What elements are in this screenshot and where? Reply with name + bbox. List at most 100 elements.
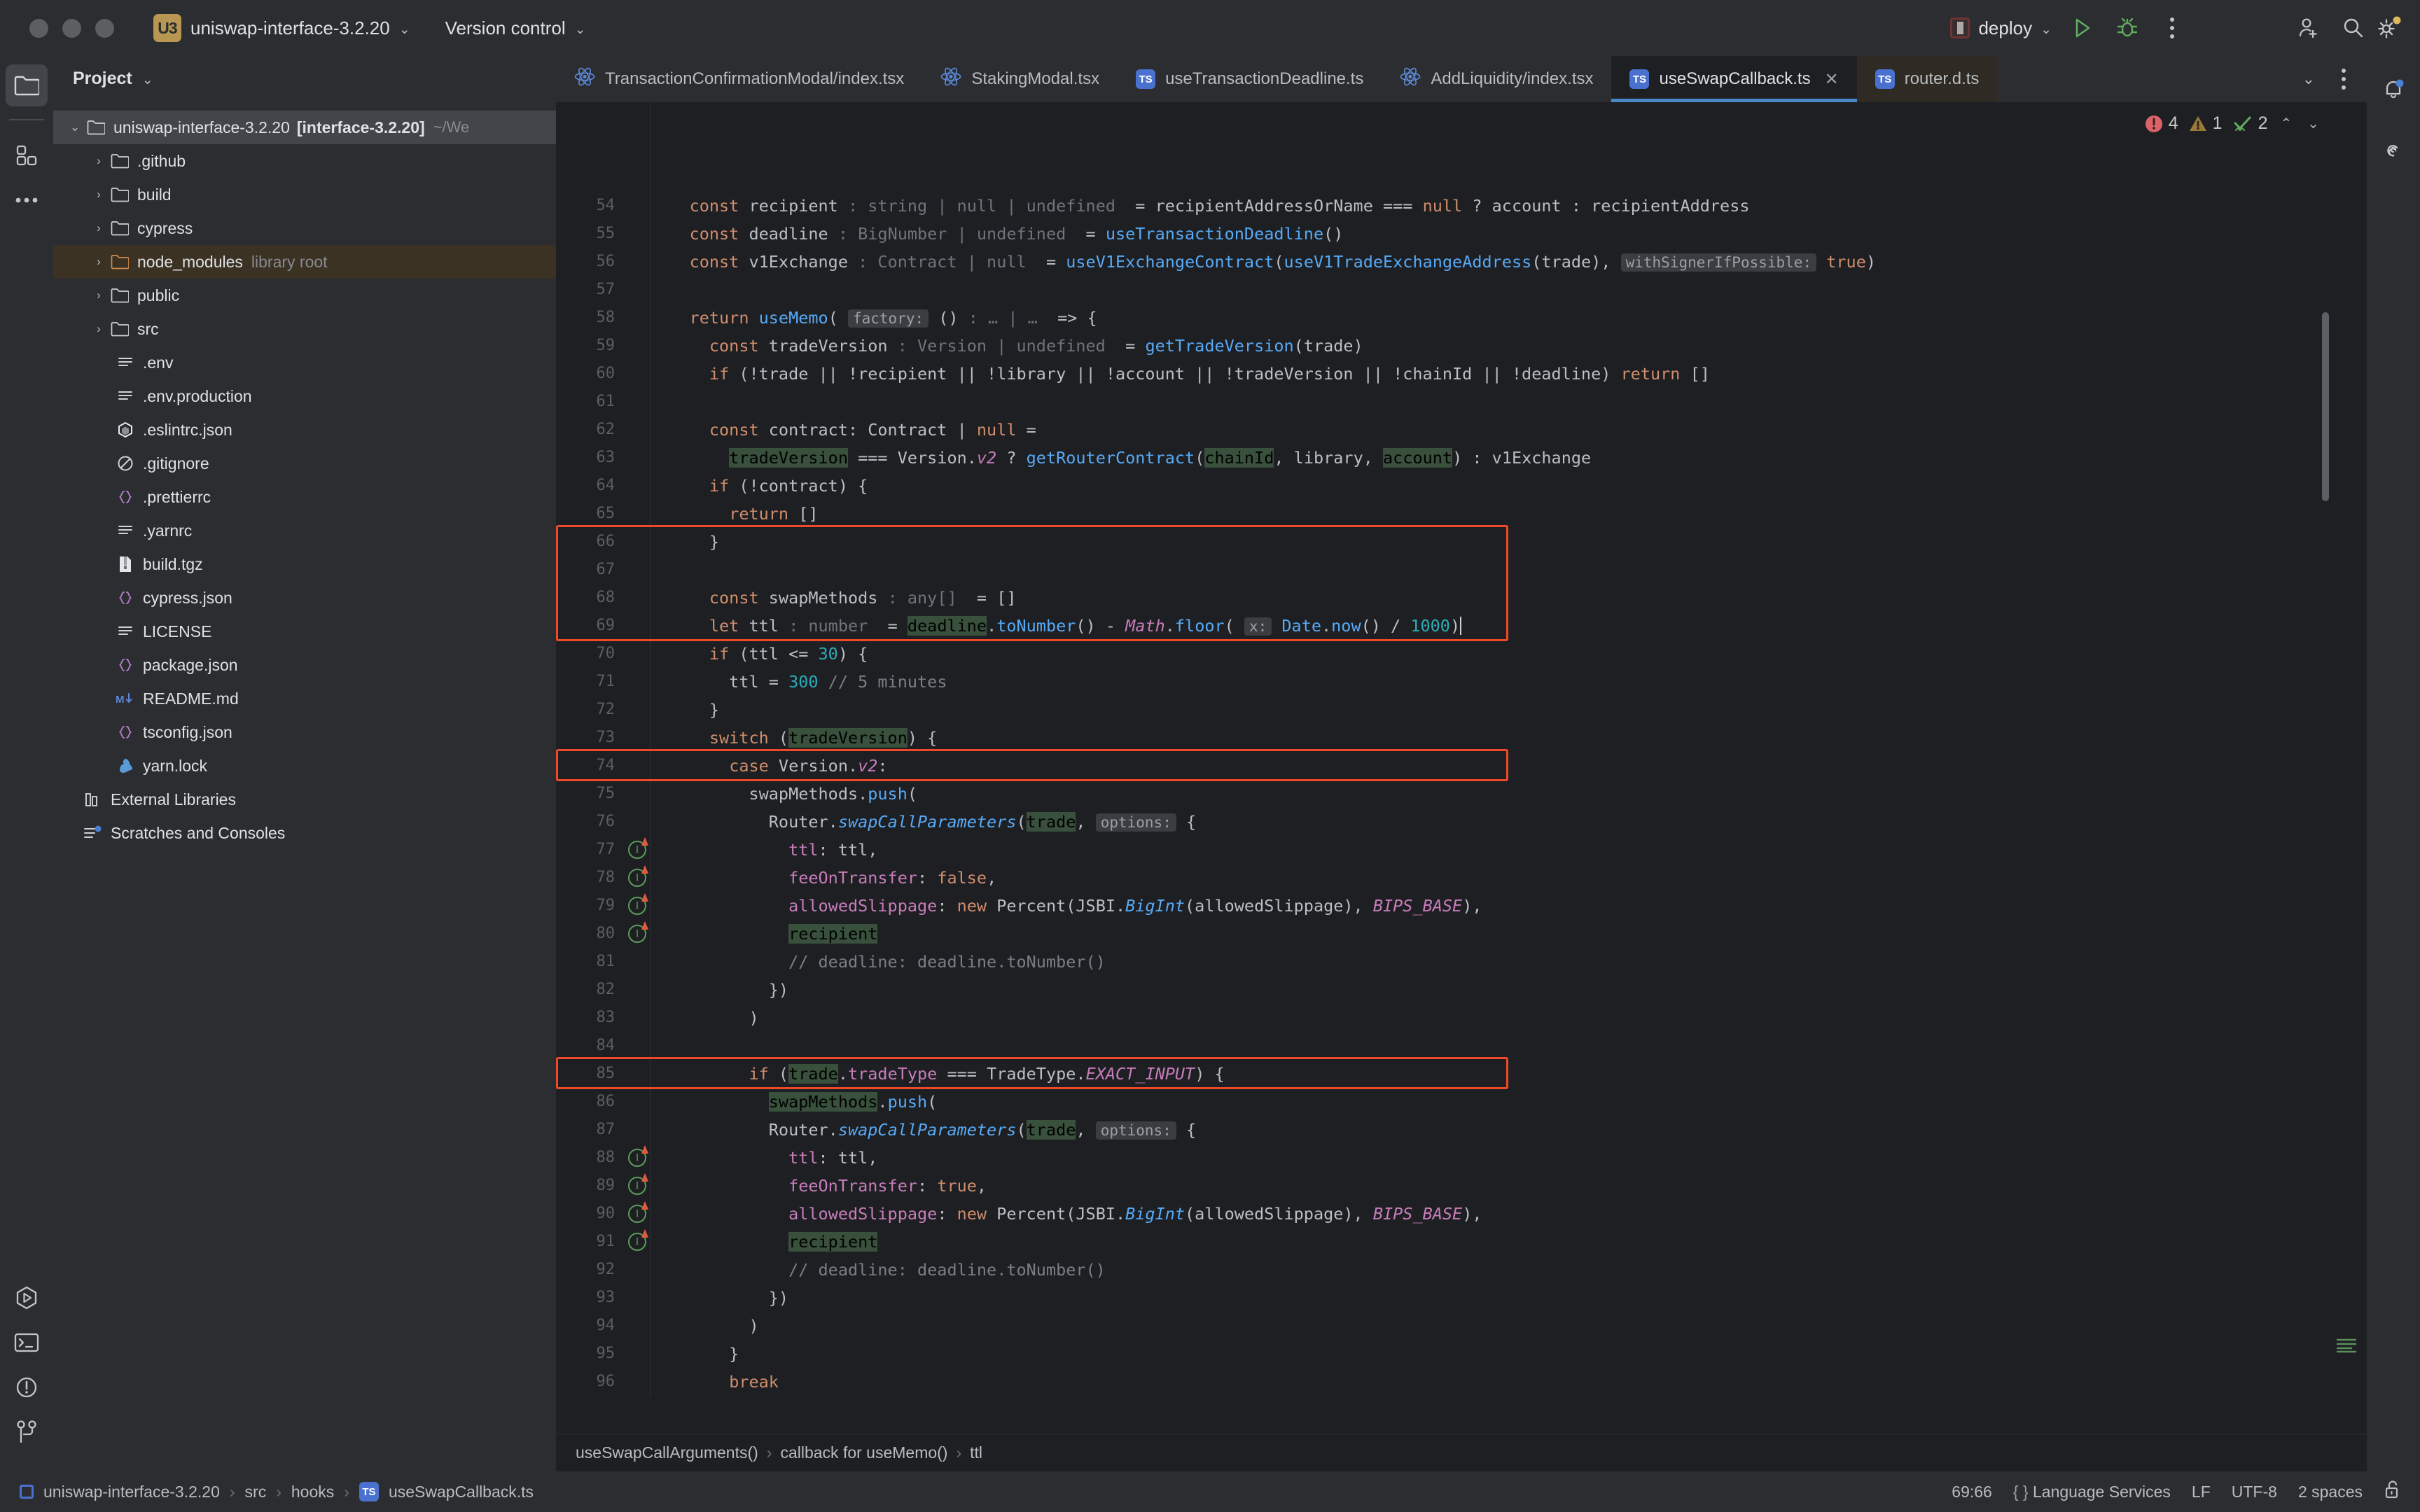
warning-count[interactable]: 1	[2188, 113, 2223, 134]
implementation-marker-icon[interactable]: I	[625, 1145, 650, 1167]
tree-item-yarn-lock[interactable]: yarn.lock	[53, 749, 556, 783]
terminal-tool-button[interactable]	[6, 1322, 48, 1364]
code-line[interactable]: 86 swapMethods.push(	[556, 1088, 2367, 1116]
code-line[interactable]: 70 if (ttl <= 30) {	[556, 640, 2367, 668]
tree-item-license[interactable]: LICENSE	[53, 615, 556, 648]
code-line[interactable]: 94 )	[556, 1312, 2367, 1340]
code-line[interactable]: 61	[556, 388, 2367, 416]
notifications-button[interactable]	[2372, 69, 2414, 111]
code-line[interactable]: 90 I allowedSlippage: new Percent(JSBI.Bi…	[556, 1200, 2367, 1228]
code-line[interactable]: 92 // deadline: deadline.toNumber()	[556, 1256, 2367, 1284]
lock-icon[interactable]	[2384, 1480, 2400, 1504]
tab-options-icon[interactable]	[2330, 69, 2357, 90]
window-traffic-lights[interactable]	[29, 18, 114, 38]
code-line[interactable]: 81 // deadline: deadline.toNumber()	[556, 948, 2367, 976]
chevron-right-icon[interactable]: ›	[90, 221, 108, 235]
tree-item-build-tgz[interactable]: build.tgz	[53, 547, 556, 581]
chevron-right-icon[interactable]: ›	[90, 154, 108, 168]
project-tool-button[interactable]	[6, 64, 48, 106]
language-services[interactable]: { } Language Services	[2013, 1483, 2171, 1502]
tree-item-readme[interactable]: M README.md	[53, 682, 556, 715]
breadcrumb-item-0[interactable]: useSwapCallArguments()	[576, 1443, 758, 1462]
implementation-marker-icon[interactable]: I	[625, 1201, 650, 1223]
code-line[interactable]: 58 return useMemo( factory: () : … | … =…	[556, 304, 2367, 332]
tree-item-external-libraries[interactable]: External Libraries	[53, 783, 556, 816]
tree-item-eslintrc[interactable]: .eslintrc.json	[53, 413, 556, 447]
code-line[interactable]: 84	[556, 1032, 2367, 1060]
code-line[interactable]: 93 })	[556, 1284, 2367, 1312]
implementation-marker-icon[interactable]: I	[625, 921, 650, 943]
tab-use-transaction-deadline[interactable]: TS useTransactionDeadline.ts	[1118, 56, 1382, 102]
tree-item-env[interactable]: .env	[53, 346, 556, 379]
code-line[interactable]: 79 I allowedSlippage: new Percent(JSBI.Bi…	[556, 892, 2367, 920]
tree-item-public[interactable]: › public	[53, 279, 556, 312]
tab-staking-modal[interactable]: StakingModal.tsx	[922, 56, 1118, 102]
tree-item-root[interactable]: ⌄ uniswap-interface-3.2.20 [interface-3.…	[53, 111, 556, 144]
status-path[interactable]: uniswap-interface-3.2.20 › src › hooks ›…	[20, 1482, 534, 1502]
status-path-item-2[interactable]: hooks	[291, 1483, 334, 1502]
tree-item-src[interactable]: › src	[53, 312, 556, 346]
code-line[interactable]: 91 I recipient	[556, 1228, 2367, 1256]
maximize-window-button[interactable]	[95, 18, 114, 38]
code-line[interactable]: 78 I feeOnTransfer: false,	[556, 864, 2367, 892]
indent-setting[interactable]: 2 spaces	[2298, 1483, 2363, 1502]
inspections-widget[interactable]: 4 1 2 ⌃ ⌄	[2144, 113, 2322, 134]
tree-item-yarnrc[interactable]: .yarnrc	[53, 514, 556, 547]
code-line[interactable]: 56 const v1Exchange : Contract | null = …	[556, 248, 2367, 276]
code-line[interactable]: 64 if (!contract) {	[556, 472, 2367, 500]
more-tool-windows-button[interactable]	[6, 179, 48, 221]
problems-tool-button[interactable]	[6, 1366, 48, 1408]
code-line[interactable]: 75 swapMethods.push(	[556, 780, 2367, 808]
code-line[interactable]: 59 const tradeVersion : Version | undefi…	[556, 332, 2367, 360]
tree-item-package-json[interactable]: package.json	[53, 648, 556, 682]
status-path-item-0[interactable]: uniswap-interface-3.2.20	[43, 1483, 220, 1502]
code-line[interactable]: 77 I ttl: ttl,	[556, 836, 2367, 864]
code-line[interactable]: 65 return []	[556, 500, 2367, 528]
project-selector[interactable]: U3 uniswap-interface-3.2.20 ⌄	[146, 11, 417, 45]
code-line[interactable]: 68 const swapMethods : any[] = []	[556, 584, 2367, 612]
chevron-right-icon[interactable]: ›	[90, 322, 108, 336]
code-line[interactable]: 82 })	[556, 976, 2367, 1004]
tab-add-liquidity[interactable]: AddLiquidity/index.tsx	[1382, 56, 1611, 102]
code-line[interactable]: 95 }	[556, 1340, 2367, 1368]
tree-item-gitignore[interactable]: .gitignore	[53, 447, 556, 480]
code-line[interactable]: 74 case Version.v2:	[556, 752, 2367, 780]
run-configuration-selector[interactable]: deploy ⌄	[1942, 18, 2060, 39]
code-editor[interactable]: 4 1 2 ⌃ ⌄ 54 const recipient : string | …	[556, 102, 2367, 1434]
ai-assistant-button[interactable]	[2372, 130, 2414, 172]
close-icon[interactable]: ✕	[1825, 69, 1839, 90]
tree-item-github[interactable]: › .github	[53, 144, 556, 178]
code-line[interactable]: 69 let ttl : number = deadline.toNumber(…	[556, 612, 2367, 640]
caret-position[interactable]: 69:66	[1952, 1483, 1992, 1502]
previous-problem-icon[interactable]: ⌃	[2277, 115, 2295, 132]
code-line[interactable]: 87 Router.swapCallParameters(trade, opti…	[556, 1116, 2367, 1144]
status-file-name[interactable]: useSwapCallback.ts	[389, 1483, 534, 1502]
close-window-button[interactable]	[29, 18, 48, 38]
chevron-down-icon[interactable]: ⌄	[66, 120, 84, 134]
code-line[interactable]: 83 )	[556, 1004, 2367, 1032]
code-line[interactable]: 55 const deadline : BigNumber | undefine…	[556, 220, 2367, 248]
run-tool-button[interactable]	[6, 1277, 48, 1319]
project-panel-header[interactable]: Project ⌄	[53, 56, 556, 101]
code-line[interactable]: 96 break	[556, 1368, 2367, 1396]
tab-transaction-confirmation-modal[interactable]: TransactionConfirmationModal/index.tsx	[556, 56, 922, 102]
tree-item-cypress[interactable]: › cypress	[53, 211, 556, 245]
implementation-marker-icon[interactable]: I	[625, 865, 650, 887]
search-icon[interactable]	[2330, 0, 2375, 56]
tree-item-cypress-json[interactable]: cypress.json	[53, 581, 556, 615]
version-control-tool-button[interactable]	[6, 1411, 48, 1453]
breadcrumb-item-1[interactable]: callback for useMemo()	[780, 1443, 947, 1462]
code-line[interactable]: 63 tradeVersion === Version.v2 ? getRout…	[556, 444, 2367, 472]
breadcrumb[interactable]: useSwapCallArguments() › callback for us…	[556, 1434, 2367, 1471]
code-line[interactable]: 76 Router.swapCallParameters(trade, opti…	[556, 808, 2367, 836]
chevron-right-icon[interactable]: ›	[90, 255, 108, 269]
code-line[interactable]: 89 I feeOnTransfer: true,	[556, 1172, 2367, 1200]
version-control-menu[interactable]: Version control ⌄	[445, 18, 586, 39]
next-problem-icon[interactable]: ⌄	[2304, 115, 2322, 132]
code-line[interactable]: 54 const recipient : string | null | und…	[556, 192, 2367, 220]
debug-icon[interactable]	[2105, 0, 2150, 56]
code-line[interactable]: 73 switch (tradeVersion) {	[556, 724, 2367, 752]
code-line[interactable]: 57	[556, 276, 2367, 304]
code-line[interactable]: 71 ttl = 300 // 5 minutes	[556, 668, 2367, 696]
settings-icon[interactable]	[2375, 0, 2420, 56]
